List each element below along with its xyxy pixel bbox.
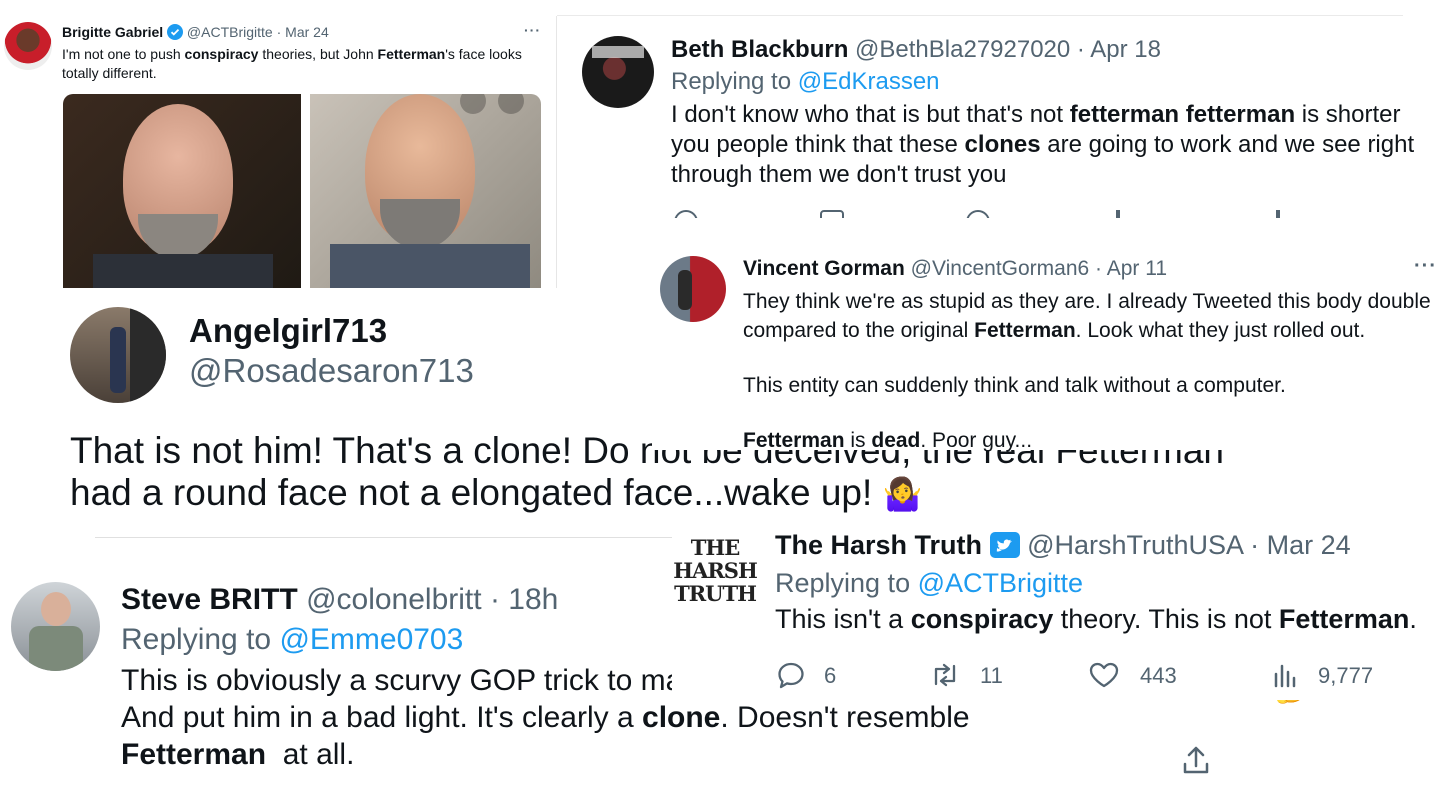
timestamp[interactable]: Apr 11: [1107, 257, 1167, 280]
share-icon[interactable]: [1276, 210, 1280, 218]
tweet-text: They think we're as stupid as they are. …: [743, 287, 1431, 455]
divider: [556, 16, 557, 288]
more-options-icon[interactable]: ···: [524, 22, 541, 38]
shrug-emoji-icon: 🤷‍♀️: [882, 476, 923, 512]
tweet-text-line-2: you people think that these clones are g…: [671, 131, 1415, 158]
separator: ·: [1076, 36, 1085, 63]
tweet-text-line-2: had a round face not a elongated face...…: [70, 472, 923, 513]
divider: [95, 537, 695, 538]
like-count: 443: [1140, 663, 1177, 688]
timestamp[interactable]: Mar 24: [1267, 530, 1351, 560]
replying-to: Replying to @EdKrassen: [671, 68, 940, 95]
replying-to: Replying to @ACTBrigitte: [775, 568, 1084, 598]
separator: ·: [489, 583, 500, 616]
photo-left[interactable]: [63, 94, 301, 288]
avatar[interactable]: [70, 307, 166, 403]
tweet-text-line-1: I don't know who that is but that's not …: [671, 101, 1401, 128]
timestamp[interactable]: Mar 24: [285, 24, 329, 40]
reply-icon[interactable]: [674, 210, 698, 218]
author-name[interactable]: The Harsh Truth: [775, 530, 982, 560]
reply-icon[interactable]: [776, 660, 806, 690]
action-row-partial: [670, 210, 1310, 218]
replying-to-link[interactable]: @Emme0703: [279, 623, 463, 656]
avatar[interactable]: [4, 22, 52, 70]
tweet-text-line-2: And put him in a bad light. It's clearly…: [121, 701, 970, 734]
tweet-beth: Beth Blackburn @BethBla27927020 · Apr 18…: [560, 18, 1456, 218]
tweet-text-line-3: This entity can suddenly think and talk …: [743, 374, 1286, 397]
views-icon[interactable]: [1270, 660, 1300, 690]
zoom-out-icon[interactable]: [498, 94, 524, 114]
more-options-icon[interactable]: ···: [1414, 255, 1437, 278]
twitter-bird-badge-icon: [989, 532, 1020, 558]
tweet-text: I'm not one to push conspiracy theories,…: [62, 45, 522, 83]
tweet-vincent: Vincent Gorman @VincentGorman6 · Apr 11 …: [652, 238, 1456, 452]
tweet-text-line-1: They think we're as stupid as they are. …: [743, 290, 1431, 313]
timestamp[interactable]: Apr 18: [1090, 36, 1161, 63]
zoom-in-icon[interactable]: [460, 94, 486, 114]
tweet-text-line-2: compared to the original Fetterman. Look…: [743, 319, 1366, 342]
tweet-header: The Harsh Truth @HarshTruthUSA · Mar 24: [775, 530, 1351, 561]
tweet-text-line-3: through them we don't trust you: [671, 161, 1007, 188]
action-row: 6 11 443 9,777: [776, 660, 1396, 694]
author-name[interactable]: Vincent Gorman: [743, 257, 905, 280]
tweet-text-line-2: totally different.: [62, 65, 157, 81]
replying-to-link[interactable]: @ACTBrigitte: [918, 568, 1083, 598]
author-handle[interactable]: @Rosadesaron713: [189, 352, 474, 390]
reply-count: 6: [824, 663, 837, 688]
verified-badge-icon: [167, 24, 184, 40]
retweet-icon[interactable]: [928, 660, 962, 690]
author-handle[interactable]: @VincentGorman6: [911, 257, 1090, 280]
author-handle[interactable]: @colonelbritt: [306, 583, 482, 616]
tweet-brigitte: Brigitte Gabriel @ACTBrigitte · Mar 24 ·…: [0, 0, 556, 288]
views-icon[interactable]: [1116, 210, 1120, 218]
author-handle[interactable]: @ACTBrigitte: [187, 24, 273, 40]
brand-logo[interactable]: THE HARSH TRUTH: [673, 530, 758, 610]
like-icon[interactable]: [966, 210, 990, 218]
views-count: 9,777: [1318, 663, 1374, 688]
author-name[interactable]: Steve BRITT: [121, 583, 298, 616]
tweet-text: I don't know who that is but that's not …: [671, 100, 1414, 190]
retweet-count: 11: [980, 663, 1003, 688]
author-name[interactable]: Brigitte Gabriel: [62, 24, 163, 40]
avatar[interactable]: [660, 256, 726, 322]
avatar[interactable]: [582, 36, 654, 108]
tweet-text: This isn't a conspiracy theory. This is …: [775, 604, 1417, 634]
divider: [557, 15, 1403, 16]
tweet-header: Vincent Gorman @VincentGorman6 · Apr 11: [743, 257, 1167, 281]
separator: ·: [276, 24, 282, 40]
retweet-icon[interactable]: [820, 210, 844, 218]
separator: ·: [1095, 257, 1103, 280]
avatar[interactable]: [11, 582, 100, 671]
tweet-text-line-3: Fetterman at all.: [121, 738, 355, 771]
author-name[interactable]: Beth Blackburn: [671, 36, 848, 63]
tweet-text-line-4: Fetterman is dead. Poor guy...: [743, 429, 1033, 452]
author-name[interactable]: Angelgirl713: [189, 312, 387, 350]
share-icon[interactable]: [1180, 744, 1212, 776]
replying-to: Replying to @Emme0703: [121, 623, 464, 656]
separator: ·: [1250, 530, 1260, 560]
author-handle[interactable]: @HarshTruthUSA: [1027, 530, 1242, 560]
tweet-harsh: THE HARSH TRUTH The Harsh Truth @HarshTr…: [672, 520, 1417, 700]
photo-right[interactable]: [310, 94, 541, 288]
like-icon[interactable]: [1088, 660, 1120, 690]
author-handle[interactable]: @BethBla27927020: [855, 36, 1070, 63]
tweet-header: Brigitte Gabriel @ACTBrigitte · Mar 24: [62, 24, 329, 40]
timestamp[interactable]: 18h: [508, 583, 558, 616]
tweet-header: Steve BRITT @colonelbritt · 18h: [121, 583, 558, 617]
tweet-text-line-1: I'm not one to push conspiracy theories,…: [62, 46, 522, 62]
replying-to-link[interactable]: @EdKrassen: [798, 68, 940, 95]
tweet-header: Beth Blackburn @BethBla27927020 · Apr 18: [671, 36, 1161, 64]
